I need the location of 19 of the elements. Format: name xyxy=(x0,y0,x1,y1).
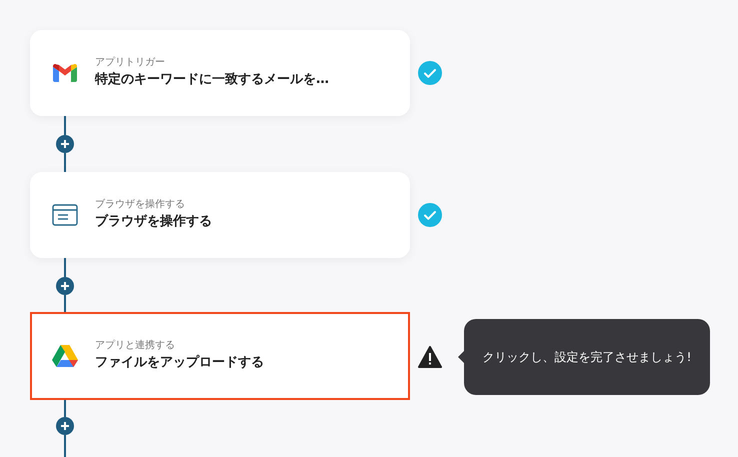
add-step-button[interactable] xyxy=(56,277,74,295)
add-step-button[interactable] xyxy=(56,417,74,435)
step-card[interactable]: アプリトリガー 特定のキーワードに一致するメールを… xyxy=(30,30,410,116)
add-step-button[interactable] xyxy=(56,135,74,153)
step-title: ブラウザを操作する xyxy=(95,212,212,231)
step-type-label: アプリトリガー xyxy=(95,56,166,70)
step-title: 特定のキーワードに一致するメールを… xyxy=(95,70,329,89)
plus-icon xyxy=(61,140,69,148)
mail-logo-icon xyxy=(53,64,77,82)
plus-icon xyxy=(61,422,69,430)
step-card[interactable]: ブラウザを操作する ブラウザを操作する xyxy=(30,172,410,258)
browser-window-icon xyxy=(52,204,78,226)
drive-triangle-icon xyxy=(52,345,78,367)
hint-text: クリックし、設定を完了させましょう! xyxy=(482,349,692,366)
step-card[interactable]: アプリと連携する ファイルをアップロードする xyxy=(30,312,410,400)
step-type-label: アプリと連携する xyxy=(95,339,176,353)
step-title: ファイルをアップロードする xyxy=(95,354,264,372)
step-type-label: ブラウザを操作する xyxy=(95,198,186,212)
plus-icon xyxy=(61,282,69,290)
